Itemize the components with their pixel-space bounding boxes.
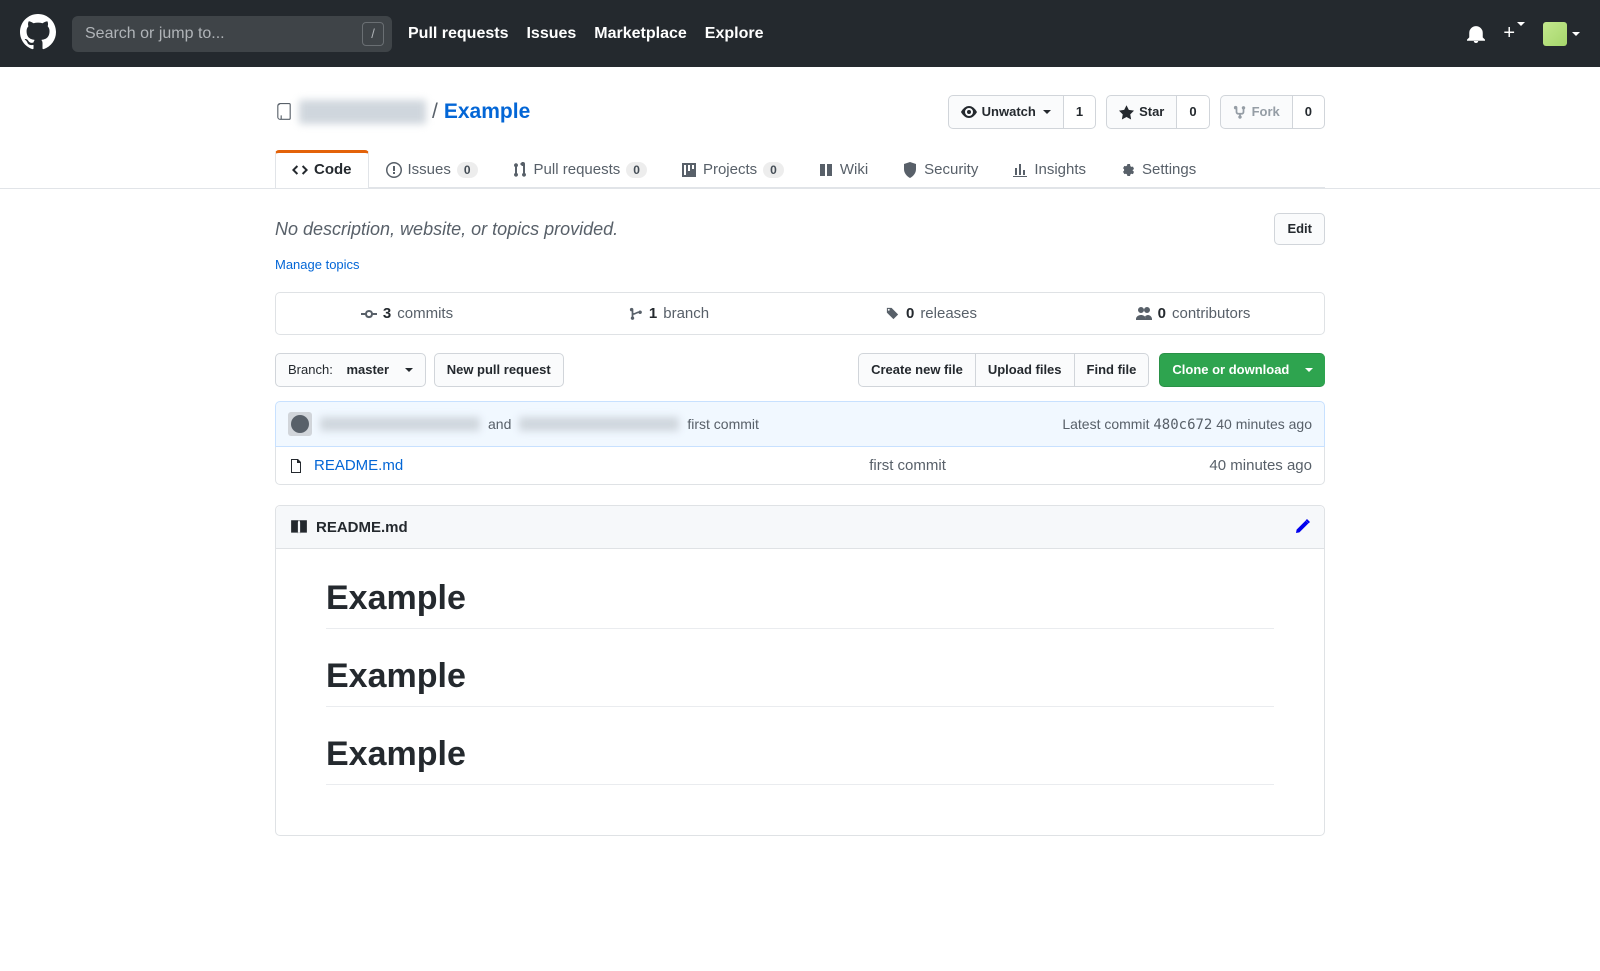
clone-download-button[interactable]: Clone or download	[1159, 353, 1325, 387]
create-menu[interactable]: +	[1503, 22, 1525, 45]
contributors-link[interactable]: 0contributors	[1062, 293, 1324, 334]
file-row: README.md first commit 40 minutes ago	[276, 447, 1324, 484]
readme-heading: Example	[326, 657, 1274, 707]
readme-heading: Example	[326, 735, 1274, 785]
github-logo[interactable]	[20, 14, 56, 53]
slash-key-badge: /	[362, 22, 384, 46]
repo-content: No description, website, or topics provi…	[275, 189, 1325, 836]
repo-title: ████████ / Example	[275, 100, 530, 124]
latest-commit-label: Latest commit	[1062, 416, 1149, 432]
latest-commit-bar: author and author first commit Latest co…	[275, 401, 1325, 447]
avatar	[1543, 22, 1567, 46]
file-commit-message: first commit	[703, 457, 1112, 474]
repo-name-link[interactable]: Example	[444, 100, 530, 124]
tab-code[interactable]: Code	[275, 150, 369, 188]
create-new-file-button[interactable]: Create new file	[858, 353, 975, 387]
repo-description-empty: No description, website, or topics provi…	[275, 219, 618, 240]
primary-nav: Pull requests Issues Marketplace Explore	[408, 25, 763, 43]
global-header: / Pull requests Issues Marketplace Explo…	[0, 0, 1600, 67]
path-separator: /	[432, 100, 438, 124]
fork-button[interactable]: Fork	[1220, 95, 1293, 129]
unwatch-button[interactable]: Unwatch	[948, 95, 1064, 129]
tab-pull-requests[interactable]: Pull requests0	[495, 150, 664, 188]
branch-select-button[interactable]: Branch: master	[275, 353, 426, 387]
commit-author-avatar	[288, 412, 312, 436]
readme-body: Example Example Example	[276, 549, 1324, 835]
watchers-count[interactable]: 1	[1064, 95, 1096, 129]
repo-stats: 3commits 1branch 0releases 0contributors	[275, 292, 1325, 335]
notifications-icon[interactable]	[1467, 25, 1485, 43]
star-button[interactable]: Star	[1106, 95, 1177, 129]
readme-box: README.md Example Example Example	[275, 505, 1325, 836]
find-file-button[interactable]: Find file	[1074, 353, 1150, 387]
edit-description-button[interactable]: Edit	[1274, 213, 1325, 245]
nav-pull-requests[interactable]: Pull requests	[408, 25, 508, 43]
commit-and: and	[488, 416, 511, 432]
branches-link[interactable]: 1branch	[538, 293, 800, 334]
commit-time: 40 minutes ago	[1216, 416, 1312, 432]
commit-author-2: author	[519, 417, 679, 431]
edit-readme-button[interactable]	[1294, 519, 1310, 535]
nav-issues[interactable]: Issues	[526, 25, 576, 43]
commits-link[interactable]: 3commits	[276, 293, 538, 334]
commit-sha-link[interactable]: 480c672	[1153, 417, 1212, 433]
readme-filename: README.md	[316, 519, 408, 536]
tab-wiki[interactable]: Wiki	[801, 150, 885, 188]
user-menu[interactable]	[1543, 22, 1580, 46]
commit-author-1: author	[320, 417, 480, 431]
nav-marketplace[interactable]: Marketplace	[594, 25, 687, 43]
commit-message-link[interactable]: first commit	[687, 416, 759, 432]
tab-projects[interactable]: Projects0	[664, 150, 801, 188]
repo-nav: Code Issues0 Pull requests0 Projects0 Wi…	[275, 149, 1325, 188]
new-pull-request-button[interactable]: New pull request	[434, 353, 564, 387]
tab-security[interactable]: Security	[885, 150, 995, 188]
repo-header: ████████ / Example Unwatch 1 Star 0	[275, 67, 1325, 188]
forks-count[interactable]: 0	[1293, 95, 1325, 129]
file-commit-time: 40 minutes ago	[1112, 457, 1312, 474]
search-input[interactable]	[72, 16, 392, 52]
file-name-link[interactable]: README.md	[314, 457, 703, 474]
repo-icon	[275, 103, 293, 121]
upload-files-button[interactable]: Upload files	[975, 353, 1074, 387]
releases-link[interactable]: 0releases	[800, 293, 1062, 334]
file-icon	[288, 458, 304, 474]
tab-insights[interactable]: Insights	[995, 150, 1103, 188]
stargazers-count[interactable]: 0	[1177, 95, 1209, 129]
book-icon	[290, 518, 308, 536]
tab-settings[interactable]: Settings	[1103, 150, 1213, 188]
readme-heading: Example	[326, 579, 1274, 629]
manage-topics-link[interactable]: Manage topics	[275, 257, 360, 272]
file-list: README.md first commit 40 minutes ago	[275, 447, 1325, 485]
repo-owner-link[interactable]: ████████	[299, 100, 426, 124]
tab-issues[interactable]: Issues0	[369, 150, 495, 188]
nav-explore[interactable]: Explore	[705, 25, 764, 43]
search-wrap: /	[72, 16, 392, 52]
